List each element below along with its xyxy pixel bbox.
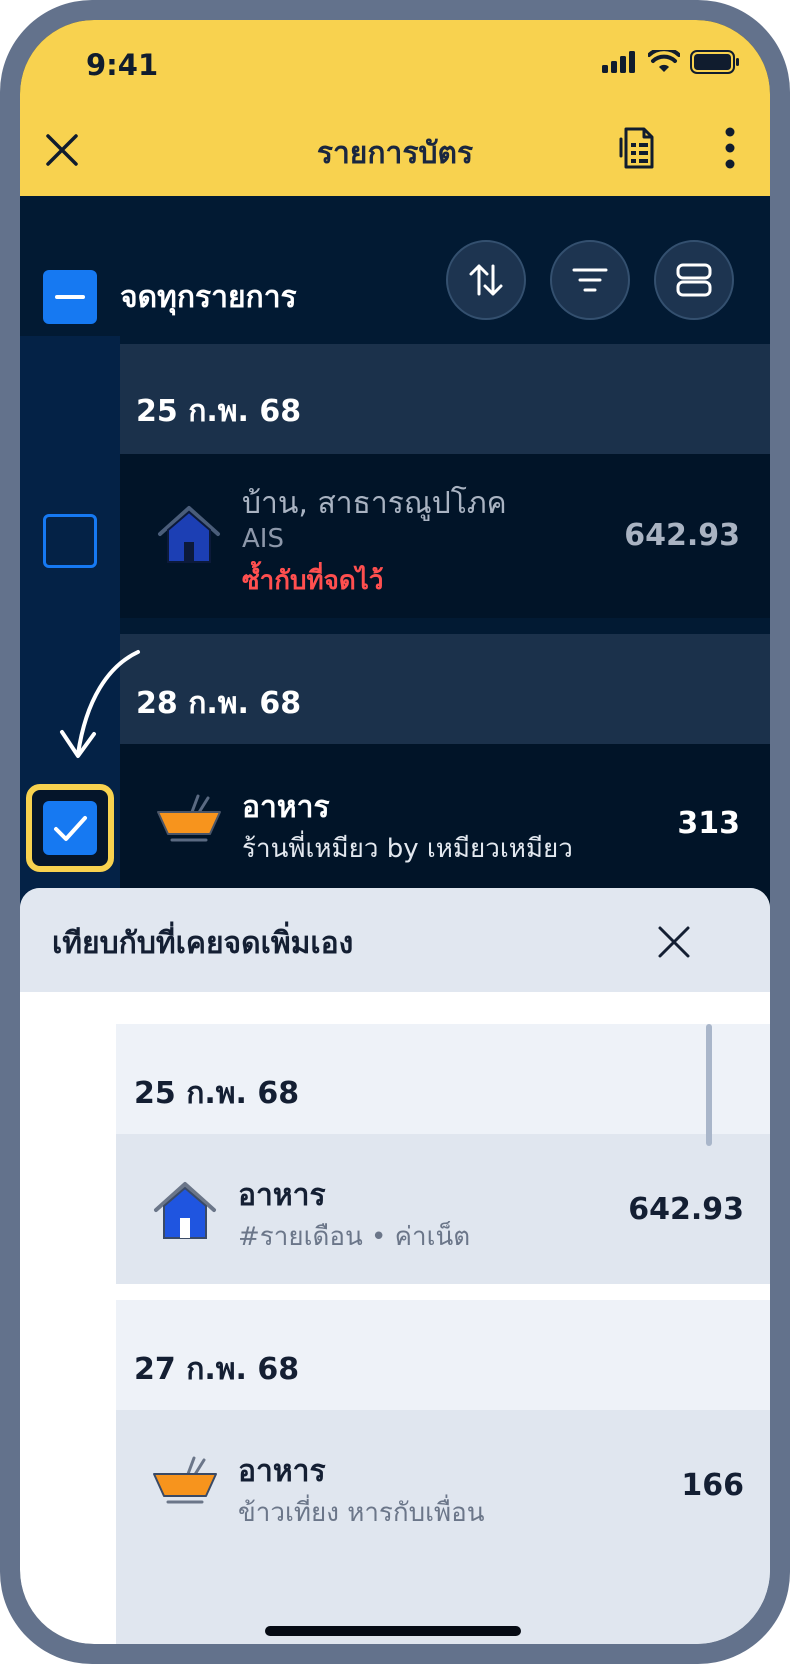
view-toggle-button[interactable] [654, 240, 734, 320]
signal-icon [602, 51, 635, 73]
select-all-label: จดทุกรายการ [120, 280, 297, 315]
date-label: 25 ก.พ. 68 [136, 394, 302, 429]
more-vertical-icon[interactable] [720, 126, 740, 170]
transaction-row[interactable]: อาหาร ร้านพี่เหมียว by เหมียวเหมียว 313 [120, 744, 770, 904]
transaction-checkbox[interactable] [43, 514, 97, 568]
select-all-row: จดทุกรายการ [20, 196, 770, 336]
bowl-icon [153, 1456, 217, 1504]
transaction-amount: 642.93 [624, 518, 740, 553]
date-header: 25 ก.พ. 68 [116, 1024, 770, 1134]
comparison-note: #รายเดือน • ค่าเน็ต [238, 1222, 471, 1252]
sheet-header: เทียบกับที่เคยจดเพิ่มเอง [20, 888, 770, 992]
screen: 9:41 รายการบัตร จดทุกรายการ 25 ก.พ. 68 บ… [20, 20, 770, 1644]
sort-icon [469, 264, 503, 296]
date-header: 27 ก.พ. 68 [116, 1300, 770, 1410]
house-icon [154, 1182, 216, 1239]
date-header: 25 ก.พ. 68 [120, 344, 770, 454]
status-icons [602, 50, 740, 74]
select-all-checkbox[interactable] [43, 270, 97, 324]
transaction-merchant: ร้านพี่เหมียว by เหมียวเหมียว [242, 834, 573, 864]
sort-button[interactable] [446, 240, 526, 320]
receipt-icon[interactable] [618, 126, 658, 170]
scrollbar[interactable] [706, 1024, 712, 1146]
transaction-amount: 313 [677, 806, 740, 841]
arrow-annotation-icon [60, 650, 140, 758]
transaction-merchant: AIS [242, 524, 284, 554]
comparison-sheet: เทียบกับที่เคยจดเพิ่มเอง 25 ก.พ. 68 อาหา… [20, 888, 770, 1644]
house-icon [158, 506, 220, 563]
top-bar: 9:41 รายการบัตร [20, 20, 770, 196]
filter-button[interactable] [550, 240, 630, 320]
comparison-amount: 642.93 [628, 1192, 744, 1227]
home-indicator [265, 1626, 521, 1636]
comparison-category: อาหาร [238, 1454, 326, 1489]
date-label: 27 ก.พ. 68 [134, 1352, 300, 1387]
layout-rows-icon [676, 263, 712, 297]
transaction-category: อาหาร [242, 790, 330, 825]
comparison-amount: 166 [681, 1468, 744, 1503]
bowl-icon [157, 794, 221, 842]
date-label: 28 ก.พ. 68 [136, 686, 302, 721]
phone-frame: 9:41 รายการบัตร จดทุกรายการ 25 ก.พ. 68 บ… [0, 0, 790, 1664]
sheet-title: เทียบกับที่เคยจดเพิ่มเอง [52, 926, 354, 961]
comparison-row[interactable]: อาหาร ข้าวเที่ยง หารกับเพื่อน 166 [116, 1410, 770, 1644]
close-icon[interactable] [654, 922, 694, 962]
comparison-note: ข้าวเที่ยง หารกับเพื่อน [238, 1498, 485, 1528]
date-header: 28 ก.พ. 68 [120, 634, 770, 744]
transaction-category: บ้าน, สาธารณูปโภค [242, 486, 507, 521]
filter-icon [572, 268, 608, 292]
date-label: 25 ก.พ. 68 [134, 1076, 300, 1111]
battery-icon [690, 50, 739, 74]
comparison-row[interactable]: อาหาร #รายเดือน • ค่าเน็ต 642.93 [116, 1134, 770, 1284]
transaction-row[interactable]: บ้าน, สาธารณูปโภค AIS ซ้ำกับที่จดไว้ 642… [120, 454, 770, 618]
wifi-icon [648, 50, 680, 72]
duplicate-warning: ซ้ำกับที่จดไว้ [242, 566, 384, 596]
check-icon [54, 816, 87, 841]
transaction-checkbox-checked[interactable] [43, 801, 97, 855]
status-time: 9:41 [86, 48, 159, 82]
comparison-category: อาหาร [238, 1178, 326, 1213]
